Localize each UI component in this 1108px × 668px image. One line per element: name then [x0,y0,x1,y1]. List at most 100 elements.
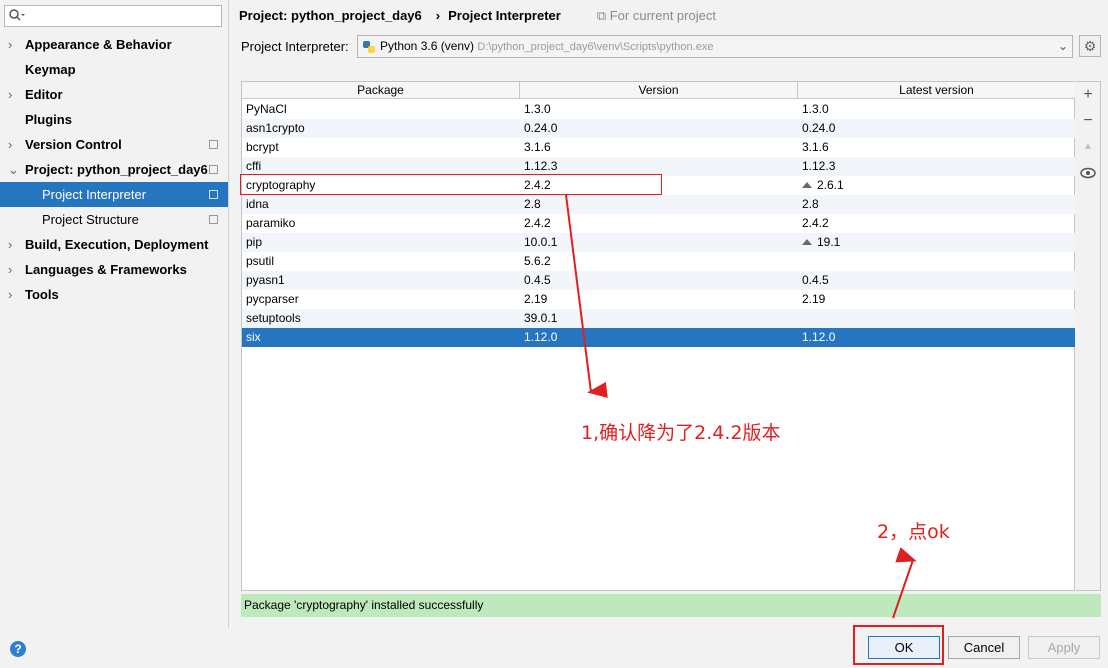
table-row[interactable]: pycparser 2.19 2.19 [242,290,1075,309]
breadcrumb-page: Project Interpreter [448,8,561,23]
table-row[interactable]: pyasn1 0.4.5 0.4.5 [242,271,1075,290]
cell-package: pip [246,233,262,252]
cell-latest: 19.1 [802,233,840,252]
cell-latest: 2.19 [802,290,825,309]
cell-package: six [246,328,261,347]
sidebar-item-label: Keymap [25,62,76,77]
minus-icon: − [1083,112,1093,129]
cell-package: bcrypt [246,138,279,157]
table-row[interactable]: setuptools 39.0.1 [242,309,1075,328]
project-scope-icon [209,140,218,149]
show-latest-button[interactable] [1076,161,1100,185]
sidebar-item-6[interactable]: Project Interpreter [0,182,228,207]
sidebar-item-label: Project Structure [42,212,139,227]
cell-package: PyNaCl [246,100,287,119]
chevron-right-icon: › [8,87,13,102]
cell-latest: 1.12.3 [802,157,835,176]
cell-text: six [246,330,261,344]
cell-package: psutil [246,252,274,271]
cell-text: 0.24.0 [802,121,836,135]
remove-package-button[interactable]: − [1076,109,1100,133]
sidebar-item-8[interactable]: › Build, Execution, Deployment [0,232,228,257]
table-row[interactable]: bcrypt 3.1.6 3.1.6 [242,138,1075,157]
breadcrumb-project: Project: python_project_day6 [239,8,422,23]
cell-text: idna [246,197,269,211]
cell-text: 2.4.2 [802,216,829,230]
cell-latest: 3.1.6 [802,138,829,157]
chevron-down-icon: ⌄ [1057,39,1068,53]
sidebar-item-label: Project Interpreter [42,187,147,202]
interpreter-path: D:\python_project_day6\venv\Scripts\pyth… [477,41,714,53]
chevron-right-icon: › [8,237,13,252]
table-row[interactable]: six 1.12.0 1.12.0 [242,328,1075,347]
sidebar-item-label: Version Control [25,137,122,152]
cell-version: 0.24.0 [524,119,557,138]
cell-text: 1.12.0 [524,330,558,344]
interpreter-label: Project Interpreter: [241,39,349,54]
sidebar-item-2[interactable]: › Editor [0,82,228,107]
sidebar-item-label: Build, Execution, Deployment [25,237,209,252]
cell-package: pycparser [246,290,299,309]
table-row[interactable]: asn1crypto 0.24.0 0.24.0 [242,119,1075,138]
sidebar-item-5[interactable]: ⌄ Project: python_project_day6 [0,157,228,182]
cell-text: pip [246,235,263,249]
sidebar-item-1[interactable]: Keymap [0,57,228,82]
sidebar-item-3[interactable]: Plugins [0,107,228,132]
interpreter-settings-button[interactable]: ⚙ [1079,35,1101,57]
cell-text: paramiko [246,216,296,230]
cell-text: 2.4.2 [524,216,551,230]
settings-search-input[interactable] [4,5,222,27]
table-row[interactable]: PyNaCl 1.3.0 1.3.0 [242,100,1075,119]
sidebar-item-10[interactable]: › Tools [0,282,228,307]
scope-label: ⧉ For current project [596,8,716,23]
sidebar-item-label: Languages & Frameworks [25,262,187,277]
chevron-right-icon: › [8,37,13,52]
cell-latest: 2.6.1 [802,176,844,195]
cell-version: 10.0.1 [524,233,557,252]
interpreter-name: Python 3.6 (venv) [380,39,475,53]
sidebar-item-4[interactable]: › Version Control [0,132,228,157]
cell-latest: 2.4.2 [802,214,829,233]
cell-package: setuptools [246,309,301,328]
cell-text: 3.1.6 [524,140,551,154]
cell-version: 2.19 [524,290,547,309]
cell-text: pyasn1 [246,273,285,287]
column-latest-version[interactable]: Latest version [798,82,1075,99]
python-icon [363,41,375,53]
cell-text: 10.0.1 [524,235,558,249]
highlight-cryptography-row [240,174,662,195]
table-row[interactable]: pip 10.0.1 19.1 [242,233,1075,252]
upgrade-package-button[interactable]: ▲ [1076,135,1100,159]
cell-text: 5.6.2 [524,254,551,268]
cell-text: PyNaCl [246,102,287,116]
cell-text: 2.8 [524,197,541,211]
cell-version: 0.4.5 [524,271,551,290]
ok-button[interactable]: OK [868,636,940,659]
table-header: Package Version Latest version [242,82,1075,99]
chevron-down-icon: ⌄ [8,162,19,177]
cell-text: 0.4.5 [524,273,551,287]
column-version[interactable]: Version [520,82,798,99]
add-package-button[interactable]: + [1076,83,1100,107]
table-row[interactable]: idna 2.8 2.8 [242,195,1075,214]
cell-text: pycparser [246,292,299,306]
project-scope-icon [209,215,218,224]
interpreter-select[interactable]: Python 3.6 (venv) D:\python_project_day6… [357,35,1073,58]
apply-button[interactable]: Apply [1028,636,1100,659]
cell-text: cffi [246,159,262,173]
sidebar-item-0[interactable]: › Appearance & Behavior [0,32,228,57]
table-row[interactable]: psutil 5.6.2 [242,252,1075,271]
cell-text: 2.6.1 [817,178,844,192]
cell-latest: 0.4.5 [802,271,829,290]
sidebar-item-7[interactable]: Project Structure [0,207,228,232]
sidebar-item-9[interactable]: › Languages & Frameworks [0,257,228,282]
cancel-button[interactable]: Cancel [948,636,1020,659]
table-row[interactable]: paramiko 2.4.2 2.4.2 [242,214,1075,233]
cell-text: setuptools [246,311,301,325]
column-package[interactable]: Package [242,82,520,99]
cell-text: 2.8 [802,197,819,211]
chevron-right-icon: › [8,137,13,152]
plus-icon: + [1083,86,1093,103]
help-icon[interactable]: ? [10,641,26,657]
sidebar-item-label: Project: python_project_day6 [25,162,208,177]
